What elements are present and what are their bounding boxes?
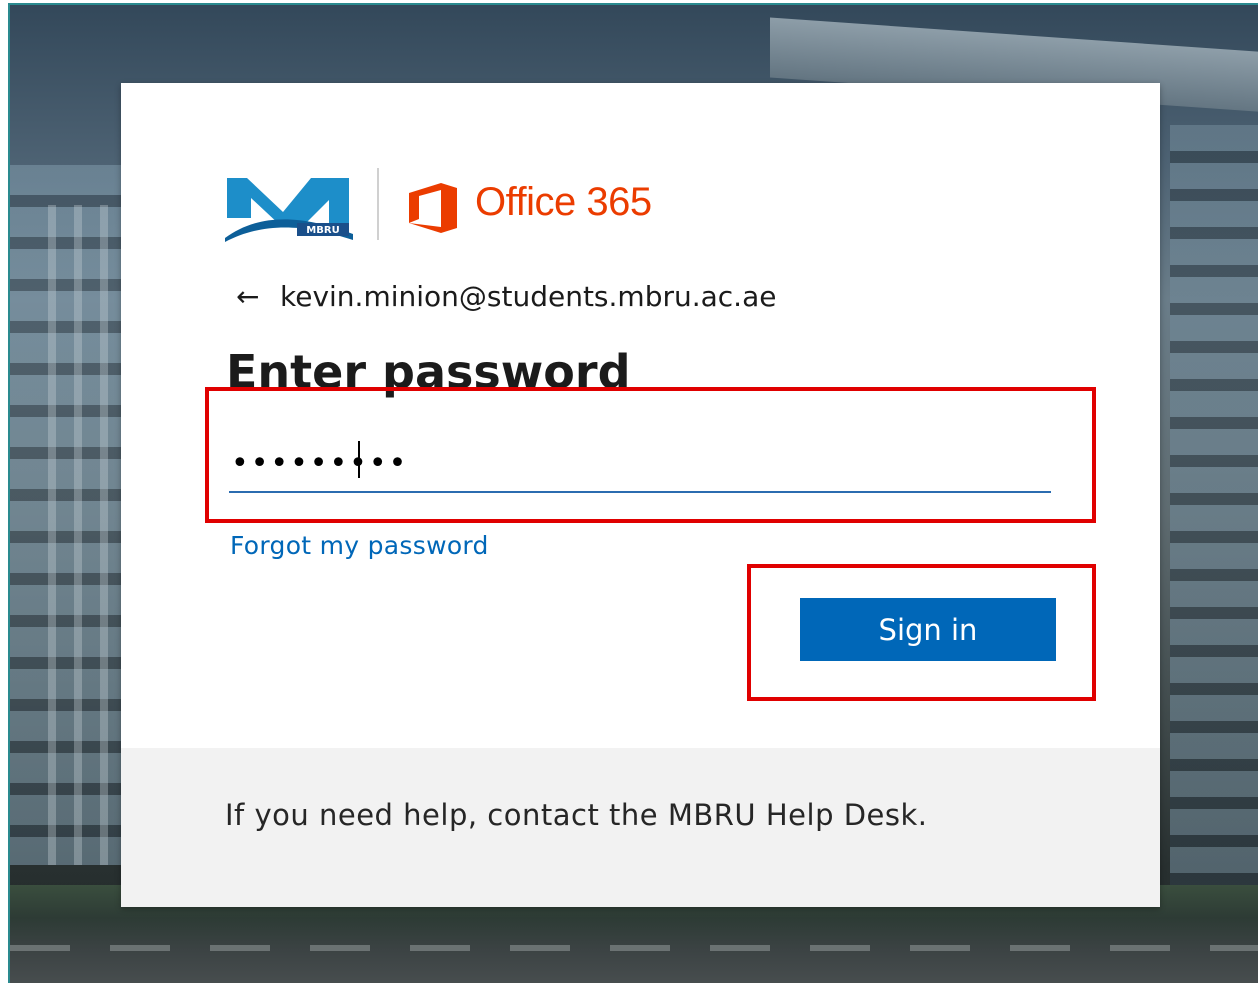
forgot-password-link[interactable]: Forgot my password bbox=[230, 531, 489, 560]
account-email: kevin.minion@students.mbru.ac.ae bbox=[280, 279, 777, 313]
logo-row: MBRU Office 365 bbox=[225, 168, 695, 243]
password-field[interactable] bbox=[229, 435, 1051, 493]
sign-in-button[interactable]: Sign in bbox=[800, 598, 1056, 661]
identity-row: ← kevin.minion@students.mbru.ac.ae bbox=[236, 278, 776, 314]
page-title: Enter password bbox=[226, 345, 631, 399]
text-caret bbox=[358, 441, 360, 478]
office-icon bbox=[409, 183, 457, 233]
mbru-logo: MBRU bbox=[225, 178, 353, 242]
card-footer: If you need help, contact the MBRU Help … bbox=[121, 748, 1160, 907]
help-desk-text: If you need help, contact the MBRU Help … bbox=[225, 798, 928, 832]
background-columns bbox=[30, 205, 120, 865]
background-road-markings bbox=[10, 945, 1258, 951]
background-building-right bbox=[1170, 125, 1258, 885]
sign-in-card: MBRU Office 365 ← kevin.minion@students.… bbox=[121, 83, 1160, 907]
arrow-left-icon[interactable]: ← bbox=[236, 280, 280, 313]
mbru-logo-text: MBRU bbox=[306, 225, 339, 236]
logo-divider bbox=[377, 168, 379, 240]
office-365-wordmark: Office 365 bbox=[475, 180, 652, 224]
